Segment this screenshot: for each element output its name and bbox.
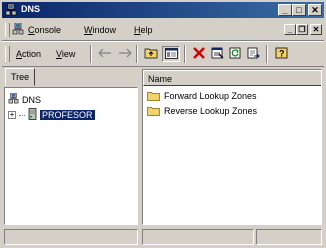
back-button[interactable]	[96, 46, 114, 62]
up-folder-icon	[144, 47, 158, 61]
properties-button[interactable]	[208, 46, 226, 62]
menu-window[interactable]: Window	[84, 25, 116, 35]
show-hide-tree-button[interactable]	[162, 46, 180, 62]
svg-text:?: ?	[279, 49, 285, 59]
dns-app-icon	[5, 3, 17, 18]
tree-node-label-selected: PROFESOR	[39, 109, 96, 121]
restore-icon: ❐	[298, 24, 306, 34]
console-tree-icon	[164, 47, 178, 61]
dns-console-window: DNS _ □ ✕ Console Window Help _ ❐ ✕ Acti…	[0, 0, 326, 248]
export-list-icon	[247, 47, 260, 61]
tab-tree[interactable]: Tree	[5, 68, 35, 86]
console-app-icon	[12, 22, 24, 37]
expand-plus-icon[interactable]: +	[8, 111, 16, 119]
mdi-caption-buttons: _ ❐ ✕	[284, 24, 322, 35]
forward-arrow-icon	[118, 48, 132, 60]
menu-console[interactable]: Console	[28, 25, 61, 35]
list-item-label: Reverse Lookup Zones	[164, 106, 258, 116]
action-label: ction	[22, 49, 42, 59]
toolbar-grip[interactable]	[5, 46, 10, 62]
status-bar	[2, 229, 324, 246]
properties-icon	[211, 47, 224, 61]
toolbar-separator	[136, 45, 138, 63]
title-bar[interactable]: DNS _ □ ✕	[2, 2, 324, 18]
menu-console-label: onsole	[34, 25, 62, 35]
forward-button[interactable]	[116, 46, 134, 62]
list-item-reverse-zones[interactable]: Reverse Lookup Zones	[147, 106, 257, 116]
minimize-button[interactable]: _	[278, 4, 292, 16]
close-icon: ✕	[312, 24, 320, 34]
tree-connector	[19, 114, 25, 116]
folder-icon	[147, 91, 160, 101]
help-book-icon: ?	[275, 47, 288, 61]
toolbar-separator	[266, 45, 268, 63]
tree-node-server[interactable]: + PROFESOR	[8, 108, 96, 122]
maximize-button[interactable]: □	[292, 4, 306, 16]
view-menu-button[interactable]: View	[56, 49, 75, 59]
server-icon	[28, 108, 37, 122]
toolbar-separator	[90, 45, 92, 63]
toolbar: Action View ?	[2, 41, 324, 67]
menubar-grip[interactable]	[5, 23, 10, 37]
menu-help-label: elp	[140, 25, 153, 35]
view-label: iew	[61, 49, 76, 59]
up-one-level-button[interactable]	[142, 46, 160, 62]
mdi-close-button[interactable]: ✕	[310, 24, 322, 35]
console-tree-pane[interactable]: DNS + PROFESOR	[4, 87, 138, 225]
caption-buttons: _ □ ✕	[278, 4, 322, 16]
dns-root-icon	[8, 92, 19, 106]
toolbar-separator	[184, 45, 186, 63]
tree-node-dns-root[interactable]: DNS	[8, 92, 42, 106]
menu-bar: Console Window Help _ ❐ ✕	[2, 20, 324, 41]
back-arrow-icon	[98, 48, 112, 60]
tree-node-label: DNS	[22, 94, 42, 105]
mdi-minimize-button[interactable]: _	[284, 24, 296, 35]
column-header-label: Name	[148, 74, 173, 84]
minimize-icon: _	[282, 4, 288, 15]
refresh-icon	[229, 47, 241, 61]
list-item-label: Forward Lookup Zones	[164, 91, 257, 101]
folder-icon	[147, 106, 160, 116]
window-title: DNS	[21, 4, 41, 14]
mdi-restore-button[interactable]: ❐	[296, 24, 308, 35]
column-header-name[interactable]: Name	[143, 70, 321, 86]
delete-button[interactable]	[190, 46, 208, 62]
menu-window-mnemonic: W	[84, 25, 93, 35]
action-menu-button[interactable]: Action	[16, 49, 41, 59]
status-cell-1	[4, 229, 138, 245]
delete-x-icon	[193, 47, 205, 61]
status-cell-3	[256, 229, 322, 245]
details-list-pane[interactable]: Name Forward Lookup Zones Reverse Lookup…	[142, 69, 322, 225]
export-list-button[interactable]	[244, 46, 262, 62]
help-button[interactable]: ?	[272, 46, 290, 62]
status-cell-2	[142, 229, 254, 245]
list-item-forward-zones[interactable]: Forward Lookup Zones	[147, 91, 257, 101]
close-icon: ✕	[311, 4, 319, 15]
close-button[interactable]: ✕	[308, 4, 322, 16]
refresh-button[interactable]	[226, 46, 244, 62]
tab-tree-label: Tree	[11, 72, 30, 82]
maximize-icon: □	[296, 4, 302, 15]
menu-help[interactable]: Help	[134, 25, 153, 35]
menu-window-label: indow	[92, 25, 117, 35]
minimize-icon: _	[287, 24, 293, 34]
